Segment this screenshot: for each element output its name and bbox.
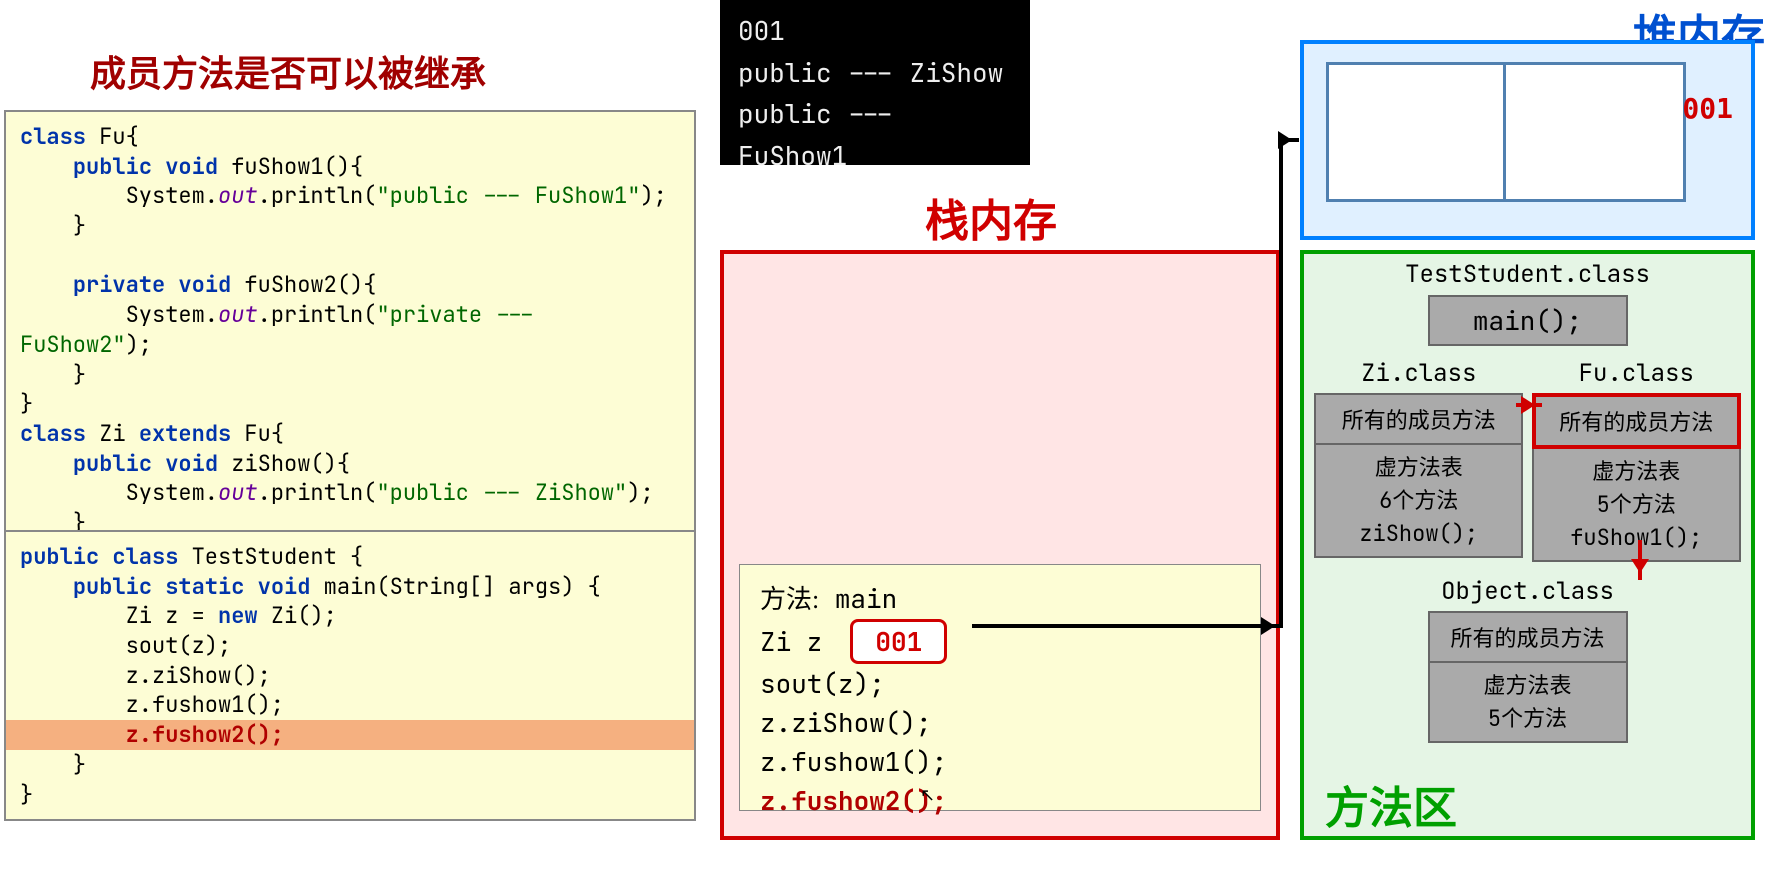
fu-vmt-box: 虚方法表 5个方法 fuShow1(); — [1532, 449, 1741, 562]
frame-title-name: main — [819, 581, 897, 616]
zi-members-box: 所有的成员方法 — [1314, 393, 1523, 445]
arrow-stack-to-heap — [972, 624, 1282, 628]
vmt-title: 虚方法表 — [1320, 451, 1517, 484]
heap-object — [1326, 62, 1686, 202]
t: Zi(); — [258, 601, 337, 630]
console-line: 001 — [738, 10, 1012, 52]
vmt-method: ziShow(); — [1320, 517, 1517, 550]
zi-class-label: Zi.class — [1314, 358, 1523, 389]
arrow-seg-head — [1279, 138, 1299, 142]
t: System. — [126, 181, 218, 210]
frame-line: sout(z); — [760, 664, 1240, 703]
t: } — [73, 211, 86, 240]
fld: out — [218, 181, 258, 210]
t: System. — [126, 300, 218, 329]
object-class-label: Object.class — [1428, 576, 1628, 607]
fld: out — [218, 300, 258, 329]
heap-address: 001 — [1682, 92, 1733, 125]
t: Fu{ — [231, 419, 284, 448]
t: Fu{ — [86, 122, 139, 151]
kw: public void — [73, 152, 218, 181]
t: ziShow(){ — [218, 449, 350, 478]
kw: class — [20, 419, 86, 448]
t: } — [73, 360, 86, 389]
stack-memory-label: 栈内存 — [925, 185, 1057, 249]
kw: extends — [139, 419, 231, 448]
classname: TestStudent — [1405, 259, 1563, 290]
t: .println( — [258, 478, 377, 507]
main-method-box: main(); — [1428, 295, 1628, 346]
arrow-zi-to-fu — [1516, 403, 1542, 407]
frame-line: z.fushow1(); — [760, 742, 1240, 781]
vmt-method: fuShow1(); — [1538, 521, 1735, 554]
page-title: 成员方法是否可以被继承 — [90, 45, 486, 97]
fu-class-label: Fu.class — [1532, 358, 1741, 389]
teststudent-class-label: TestStudent.class — [1304, 259, 1751, 290]
t: Zi z = — [126, 601, 218, 630]
object-members-box: 所有的成员方法 — [1428, 611, 1628, 663]
cursor-icon: ↖ — [920, 785, 935, 806]
kw: private void — [73, 270, 231, 299]
highlighted-error-line: z.fushow2(); — [6, 720, 694, 750]
vmt-count: 5个方法 — [1434, 702, 1622, 735]
fu-members-box: 所有的成员方法 — [1532, 393, 1741, 449]
kw: class — [20, 122, 86, 151]
address-value: 001 — [850, 619, 947, 664]
str: "public --- ZiShow" — [376, 478, 627, 507]
err: z.fushow2(); — [126, 720, 284, 749]
zi-class-column: Zi.class 所有的成员方法 虚方法表 6个方法 ziShow(); — [1314, 358, 1523, 562]
console-line: public --- FuShow1 — [738, 93, 1012, 176]
frame-var: Zi z — [760, 624, 822, 659]
t: fuShow1(){ — [218, 152, 363, 181]
object-vmt-box: 虚方法表 5个方法 — [1428, 663, 1628, 743]
t: .println( — [258, 181, 377, 210]
stack-memory-box: 方法: main Zi z 001 sout(z); z.ziShow(); z.… — [720, 250, 1280, 840]
method-area-label: 方法区 — [1325, 772, 1457, 836]
vmt-count: 6个方法 — [1320, 484, 1517, 517]
t: main(String[] args) { — [310, 572, 600, 601]
fu-class-column: Fu.class 所有的成员方法 虚方法表 5个方法 fuShow1(); — [1532, 358, 1741, 562]
frame-line-error: z.fushow2(); — [760, 781, 1240, 820]
vmt-count: 5个方法 — [1538, 488, 1735, 521]
console-line: public --- ZiShow — [738, 52, 1012, 94]
arrow-fu-to-object — [1638, 540, 1642, 580]
heap-cell — [1326, 62, 1506, 202]
console-output: 001 public --- ZiShow public --- FuShow1 — [720, 0, 1030, 165]
heap-memory-box: 001 — [1300, 40, 1755, 240]
class-suffix: .class — [1564, 259, 1650, 290]
code-block-test: public class TestStudent { public static… — [4, 530, 696, 821]
t: TestStudent { — [178, 542, 363, 571]
t: .println( — [258, 300, 377, 329]
t: z.ziShow(); — [126, 661, 271, 690]
kw: public class — [20, 542, 178, 571]
frame-line: z.ziShow(); — [760, 703, 1240, 742]
kw: public void — [73, 449, 218, 478]
t: } — [20, 780, 33, 809]
vmt-title: 虚方法表 — [1434, 669, 1622, 702]
t: Zi — [86, 419, 139, 448]
object-class-column: Object.class 所有的成员方法 虚方法表 5个方法 — [1428, 576, 1628, 743]
fld: out — [218, 478, 258, 507]
stack-frame-main: 方法: main Zi z 001 sout(z); z.ziShow(); z.… — [739, 564, 1261, 811]
vmt-title: 虚方法表 — [1538, 455, 1735, 488]
class-pair-row: Zi.class 所有的成员方法 虚方法表 6个方法 ziShow(); Fu.… — [1310, 358, 1745, 562]
t: } — [73, 750, 86, 779]
kw: new — [218, 601, 258, 630]
frame-title: 方法: — [760, 585, 819, 614]
kw: public static void — [73, 572, 311, 601]
t: ); — [126, 330, 152, 359]
t: ); — [627, 478, 653, 507]
t: sout(z); — [126, 631, 232, 660]
code-block-fuzi: class Fu{ public void fuShow1(){ System.… — [4, 110, 696, 579]
zi-vmt-box: 虚方法表 6个方法 ziShow(); — [1314, 445, 1523, 558]
str: "public --- FuShow1" — [376, 181, 640, 210]
arrow-seg — [1279, 138, 1283, 628]
t: ); — [640, 181, 666, 210]
t: } — [20, 389, 33, 418]
t: z.fushow1(); — [126, 690, 284, 719]
t: fuShow2(){ — [231, 270, 376, 299]
t: System. — [126, 478, 218, 507]
method-area-box: TestStudent.class main(); Zi.class 所有的成员… — [1300, 250, 1755, 840]
heap-cell — [1506, 62, 1686, 202]
